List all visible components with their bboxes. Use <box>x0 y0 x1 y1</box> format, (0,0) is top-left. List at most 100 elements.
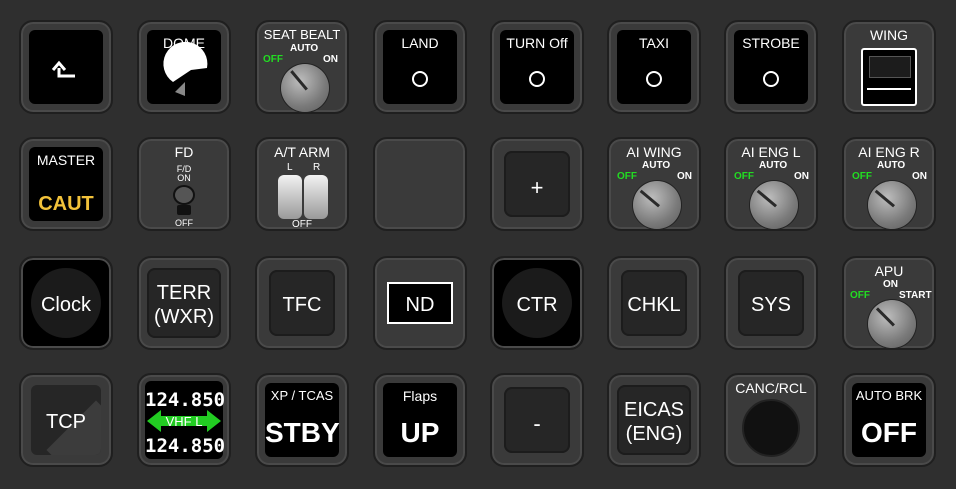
xp-tcas-screen: XP / TCAS STBY <box>265 383 340 457</box>
apu-title: APU <box>874 263 904 279</box>
ctr-button[interactable]: CTR <box>490 256 584 350</box>
land-indicator-icon <box>412 71 428 87</box>
fd-off-label: OFF <box>175 218 193 228</box>
nd-label: ND <box>405 294 435 316</box>
xp-tcas-title: XP / TCAS <box>270 388 334 403</box>
ai-eng-r-off-label: OFF <box>852 171 872 182</box>
blank-button[interactable] <box>373 137 467 231</box>
vhf-standby-freq: 124.850 <box>145 435 226 457</box>
at-arm-button[interactable]: A/T ARM L R OFF <box>255 137 349 231</box>
seat-belt-title: SEAT BEALT <box>263 27 341 42</box>
xp-tcas-value: STBY <box>265 417 340 448</box>
clock-button[interactable]: Clock <box>19 256 113 350</box>
at-arm-right-switch-icon[interactable] <box>304 175 328 219</box>
ai-eng-l-title: AI ENG L <box>741 144 801 160</box>
at-arm-left-switch-icon[interactable] <box>278 175 302 219</box>
fd-toggle-switch-icon[interactable] <box>173 185 195 205</box>
minus-label: - <box>533 411 541 436</box>
flaps-value: UP <box>400 417 440 448</box>
ai-wing-on-label: ON <box>677 171 692 182</box>
apu-off-label: OFF <box>850 290 870 301</box>
auto-brake-screen: AUTO BRK OFF <box>852 383 926 457</box>
return-screen <box>29 30 103 104</box>
ai-eng-l-knob[interactable]: AI ENG L AUTO OFF ON <box>724 137 818 231</box>
flaps-title: Flaps <box>402 388 438 404</box>
tfc-button[interactable]: TFC <box>255 256 349 350</box>
ai-eng-r-auto-label: AUTO <box>877 160 906 171</box>
taxi-title: TAXI <box>638 35 670 51</box>
apu-on-label: ON <box>883 279 898 290</box>
at-arm-l-label: L <box>287 162 293 173</box>
turn-off-light-button[interactable]: TURN Off <box>490 20 584 114</box>
land-screen: LAND <box>383 30 457 104</box>
ai-wing-knob-dial[interactable] <box>633 181 681 229</box>
auto-brake-button[interactable]: AUTO BRK OFF <box>842 373 936 467</box>
dome-screen: DOME <box>147 30 221 104</box>
return-button[interactable] <box>19 20 113 114</box>
ai-wing-title: AI WING <box>626 144 682 160</box>
ai-wing-off-label: OFF <box>617 171 637 182</box>
xp-tcas-button[interactable]: XP / TCAS STBY <box>255 373 349 467</box>
ai-eng-l-knob-dial[interactable] <box>750 181 798 229</box>
master-caution-button[interactable]: MASTER CAUT <box>19 137 113 231</box>
dome-light-button[interactable]: DOME <box>137 20 231 114</box>
vhf-radio-button[interactable]: 124.850 VHF L 124.850 <box>137 373 231 467</box>
ctr-label: CTR <box>516 294 558 316</box>
plus-button[interactable]: + <box>490 137 584 231</box>
strobe-light-button[interactable]: STROBE <box>724 20 818 114</box>
vhf-screen: 124.850 VHF L 124.850 <box>145 381 226 459</box>
chkl-button[interactable]: CHKL <box>607 256 701 350</box>
terr-line2: (WXR) <box>154 306 214 328</box>
turn-off-screen: TURN Off <box>500 30 574 104</box>
chkl-label: CHKL <box>627 294 681 316</box>
fd-toggle-button[interactable]: FD F/D ON OFF <box>137 137 231 231</box>
apu-knob-dial[interactable] <box>868 300 916 348</box>
at-arm-off-label: OFF <box>292 219 312 230</box>
ai-eng-l-off-label: OFF <box>734 171 754 182</box>
land-light-button[interactable]: LAND <box>373 20 467 114</box>
eicas-line2: (ENG) <box>625 423 683 445</box>
tfc-label: TFC <box>282 294 322 316</box>
clock-label: Clock <box>40 294 91 316</box>
auto-brake-value: OFF <box>861 417 917 448</box>
sys-label: SYS <box>750 294 792 316</box>
taxi-light-button[interactable]: TAXI <box>607 20 701 114</box>
taxi-indicator-icon <box>646 71 662 87</box>
eicas-line1: EICAS <box>623 399 685 421</box>
seat-belt-off-label: OFF <box>263 54 283 65</box>
ai-wing-knob[interactable]: AI WING AUTO OFF ON <box>607 137 701 231</box>
at-arm-r-label: R <box>313 162 321 173</box>
nd-button[interactable]: ND <box>373 256 467 350</box>
seat-belt-auto-label: AUTO <box>290 43 319 54</box>
strobe-title: STROBE <box>742 35 800 51</box>
canc-rcl-round-button[interactable] <box>742 399 800 457</box>
ai-wing-auto-label: AUTO <box>642 160 671 171</box>
apu-start-label: START <box>899 290 932 301</box>
at-arm-title: A/T ARM <box>274 144 330 160</box>
tcp-label: TCP <box>46 411 86 433</box>
ai-eng-r-knob[interactable]: AI ENG R AUTO OFF ON <box>842 137 936 231</box>
seat-belt-knob[interactable]: SEAT BEALT AUTO OFF ON <box>255 20 349 114</box>
vhf-label: VHF L <box>165 414 203 429</box>
seat-belt-on-label: ON <box>323 54 338 65</box>
flaps-button[interactable]: Flaps UP <box>373 373 467 467</box>
terr-button[interactable]: TERR (WXR) <box>137 256 231 350</box>
sys-button[interactable]: SYS <box>724 256 818 350</box>
turn-off-title: TURN Off <box>506 35 568 51</box>
wing-switch-icon <box>861 48 917 106</box>
minus-button[interactable]: - <box>490 373 584 467</box>
auto-brake-title: AUTO BRK <box>855 388 923 403</box>
master-caution-screen: MASTER CAUT <box>29 147 103 221</box>
seat-belt-knob-dial[interactable] <box>281 64 329 112</box>
dome-light-icon <box>163 41 208 96</box>
ai-eng-r-knob-dial[interactable] <box>868 181 916 229</box>
strobe-indicator-icon <box>763 71 779 87</box>
eicas-button[interactable]: EICAS (ENG) <box>607 373 701 467</box>
master-title: MASTER <box>36 152 96 168</box>
fd-title: FD <box>174 144 194 160</box>
tcp-button[interactable]: TCP <box>19 373 113 467</box>
master-caution-value: CAUT <box>38 193 94 215</box>
apu-knob[interactable]: APU ON OFF START <box>842 256 936 350</box>
wing-light-button[interactable]: WING <box>842 20 936 114</box>
canc-rcl-button[interactable]: CANC/RCL <box>724 373 818 467</box>
